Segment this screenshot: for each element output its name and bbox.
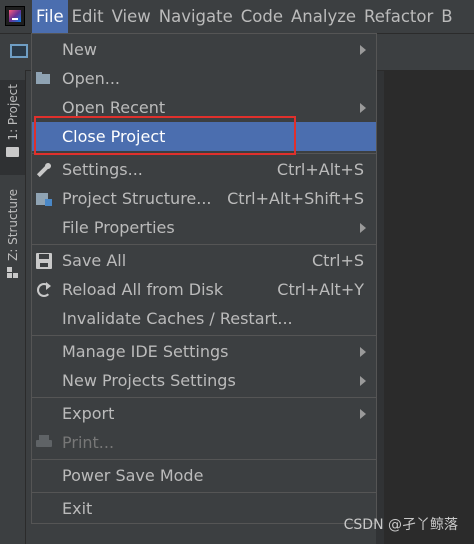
reload-all-label: Reload All from Disk bbox=[62, 280, 224, 299]
menu-item-project-structure[interactable]: Project Structure... Ctrl+Alt+Shift+S bbox=[32, 184, 376, 213]
save-all-label: Save All bbox=[62, 251, 127, 270]
project-structure-icon bbox=[36, 191, 52, 207]
menu-separator bbox=[32, 492, 376, 493]
settings-label: Settings... bbox=[62, 160, 143, 179]
left-tool-strip: 1: Project Z: Structure bbox=[0, 70, 26, 544]
file-menu-dropdown: New Open... Open Recent Close Project Se… bbox=[31, 33, 377, 524]
menu-code[interactable]: Code bbox=[237, 0, 287, 33]
submenu-arrow-icon bbox=[360, 223, 366, 233]
submenu-arrow-icon bbox=[360, 45, 366, 55]
menu-separator bbox=[32, 335, 376, 336]
menu-navigate[interactable]: Navigate bbox=[155, 0, 237, 33]
invalidate-caches-label: Invalidate Caches / Restart... bbox=[62, 309, 293, 328]
print-label: Print... bbox=[62, 433, 115, 452]
menu-edit[interactable]: Edit bbox=[68, 0, 108, 33]
project-window-icon[interactable] bbox=[10, 44, 28, 58]
submenu-arrow-icon bbox=[360, 347, 366, 357]
folder-icon bbox=[6, 146, 19, 157]
menu-item-new-projects-settings[interactable]: New Projects Settings bbox=[32, 366, 376, 395]
settings-shortcut: Ctrl+Alt+S bbox=[276, 160, 364, 179]
main-menu: File Edit View Navigate Code Analyze Ref… bbox=[32, 0, 457, 33]
menu-item-save-all[interactable]: Save All Ctrl+S bbox=[32, 246, 376, 275]
menu-item-reload-all[interactable]: Reload All from Disk Ctrl+Alt+Y bbox=[32, 275, 376, 304]
menu-item-exit[interactable]: Exit bbox=[32, 494, 376, 523]
manage-ide-settings-label: Manage IDE Settings bbox=[62, 342, 229, 361]
menu-item-open[interactable]: Open... bbox=[32, 64, 376, 93]
editor-area[interactable] bbox=[384, 71, 474, 544]
menu-file[interactable]: File bbox=[32, 0, 68, 33]
menu-item-export[interactable]: Export bbox=[32, 399, 376, 428]
menu-view[interactable]: View bbox=[108, 0, 155, 33]
menu-item-manage-ide-settings[interactable]: Manage IDE Settings bbox=[32, 337, 376, 366]
power-save-mode-label: Power Save Mode bbox=[62, 466, 204, 485]
menu-item-power-save-mode[interactable]: Power Save Mode bbox=[32, 461, 376, 490]
menu-build[interactable]: B bbox=[437, 0, 456, 33]
project-structure-label: Project Structure... bbox=[62, 189, 212, 208]
annotation-highlight-box bbox=[34, 116, 296, 155]
reload-all-shortcut: Ctrl+Alt+Y bbox=[277, 280, 364, 299]
structure-tool-tab[interactable]: Z: Structure bbox=[0, 185, 25, 285]
exit-label: Exit bbox=[62, 499, 93, 518]
reload-icon bbox=[36, 282, 52, 298]
open-label: Open... bbox=[62, 69, 120, 88]
structure-tab-label: Z: Structure bbox=[5, 189, 20, 261]
folder-open-icon bbox=[36, 71, 52, 87]
submenu-arrow-icon bbox=[360, 409, 366, 419]
new-label: New bbox=[62, 40, 97, 59]
project-tab-label: 1: Project bbox=[5, 84, 20, 141]
editor-gutter bbox=[376, 71, 384, 544]
menu-separator bbox=[32, 397, 376, 398]
intellij-app-icon bbox=[5, 6, 25, 26]
menu-bar: File Edit View Navigate Code Analyze Ref… bbox=[0, 0, 474, 34]
menu-item-print: Print... bbox=[32, 428, 376, 457]
project-tool-tab[interactable]: 1: Project bbox=[0, 80, 25, 175]
menu-separator bbox=[32, 244, 376, 245]
menu-item-new[interactable]: New bbox=[32, 35, 376, 64]
menu-analyze[interactable]: Analyze bbox=[287, 0, 360, 33]
printer-icon bbox=[36, 435, 52, 451]
export-label: Export bbox=[62, 404, 115, 423]
save-all-shortcut: Ctrl+S bbox=[311, 251, 364, 270]
menu-item-invalidate-caches[interactable]: Invalidate Caches / Restart... bbox=[32, 304, 376, 333]
menu-item-settings[interactable]: Settings... Ctrl+Alt+S bbox=[32, 155, 376, 184]
submenu-arrow-icon bbox=[360, 376, 366, 386]
menu-separator bbox=[32, 459, 376, 460]
structure-icon bbox=[6, 266, 19, 279]
save-icon bbox=[36, 253, 52, 269]
watermark: CSDN @孑丫鲸落 bbox=[343, 517, 458, 533]
submenu-arrow-icon bbox=[360, 103, 366, 113]
menu-refactor[interactable]: Refactor bbox=[360, 0, 437, 33]
menu-item-file-properties[interactable]: File Properties bbox=[32, 213, 376, 242]
project-structure-shortcut: Ctrl+Alt+Shift+S bbox=[227, 189, 364, 208]
wrench-icon bbox=[36, 162, 52, 178]
new-projects-settings-label: New Projects Settings bbox=[62, 371, 236, 390]
file-properties-label: File Properties bbox=[62, 218, 175, 237]
